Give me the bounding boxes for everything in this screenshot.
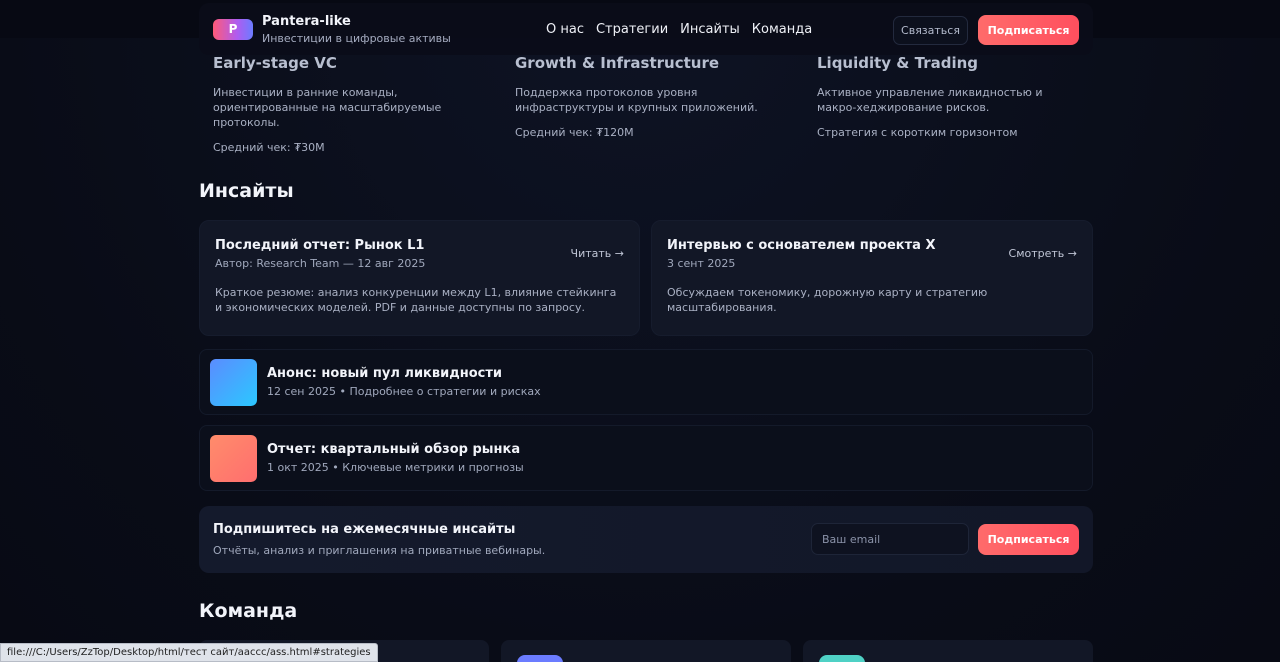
- subscribe-panel: Подпишитесь на ежемесячные инсайты Отчёт…: [199, 506, 1093, 573]
- strategy-desc: Активное управление ликвидностью и макро…: [817, 86, 1043, 114]
- nav-insights[interactable]: Инсайты: [680, 22, 740, 37]
- list-item-meta: 1 окт 2025 • Ключевые метрики и прогнозы: [267, 461, 524, 474]
- avatar: [819, 655, 865, 662]
- insight-meta: Автор: Research Team — 12 авг 2025: [215, 257, 426, 270]
- brand[interactable]: Pantera-like Инвестиции в цифровые актив…: [262, 14, 451, 45]
- strategy-desc: Поддержка протоколов уровня инфраструкту…: [515, 86, 758, 114]
- logo-icon[interactable]: P: [213, 18, 253, 40]
- team-card[interactable]: [803, 640, 1093, 662]
- strategy-desc: Инвестиции в ранние команды, ориентирова…: [213, 86, 442, 129]
- insight-desc: Обсуждаем токеномику, дорожную карту и с…: [667, 286, 988, 314]
- brand-tagline: Инвестиции в цифровые активы: [262, 31, 451, 45]
- team-card[interactable]: [501, 640, 791, 662]
- strategy-meta: Стратегия с коротким горизонтом: [817, 126, 1018, 139]
- team-heading: Команда: [199, 600, 298, 622]
- strategy-title: Early-stage VC: [213, 54, 337, 72]
- nav-team[interactable]: Команда: [752, 22, 812, 37]
- subscribe-button[interactable]: Подписаться: [978, 524, 1079, 555]
- list-item-meta: 12 сен 2025 • Подробнее о стратегии и ри…: [267, 385, 541, 398]
- read-link[interactable]: Читать →: [571, 247, 624, 260]
- brand-name: Pantera-like: [262, 13, 351, 29]
- browser-status-bar: file:///C:/Users/ZzTop/Desktop/html/тест…: [0, 643, 378, 662]
- strategy-title: Liquidity & Trading: [817, 54, 979, 72]
- list-item-title: Отчет: квартальный обзор рынка: [267, 442, 521, 457]
- list-item[interactable]: Анонс: новый пул ликвидности 12 сен 2025…: [199, 349, 1093, 415]
- thumbnail: [210, 358, 257, 406]
- nav-strategies[interactable]: Стратегии: [596, 22, 668, 37]
- email-input[interactable]: [811, 523, 969, 555]
- status-url: file:///C:/Users/ZzTop/Desktop/html/тест…: [7, 647, 371, 658]
- thumbnail: [210, 434, 257, 482]
- insights-heading: Инсайты: [199, 180, 294, 202]
- list-item-title: Анонс: новый пул ликвидности: [267, 366, 502, 381]
- strategy-card: Liquidity & Trading Активное управление …: [803, 48, 1093, 151]
- strategy-meta: Средний чек: ₮30M: [213, 141, 325, 154]
- nav-about[interactable]: О нас: [546, 22, 584, 37]
- strategy-card: Early-stage VC Инвестиции в ранние коман…: [199, 48, 489, 154]
- site-header: P Pantera-like Инвестиции в цифровые акт…: [199, 3, 1093, 55]
- strategy-card: Growth & Infrastructure Поддержка проток…: [501, 48, 791, 151]
- insight-card[interactable]: Интервью с основателем проекта X 3 сент …: [651, 220, 1093, 336]
- avatar: [517, 655, 563, 662]
- insight-card[interactable]: Последний отчет: Рынок L1 Автор: Researc…: [199, 220, 640, 336]
- list-item[interactable]: Отчет: квартальный обзор рынка 1 окт 202…: [199, 425, 1093, 491]
- strategy-meta: Средний чек: ₮120M: [515, 126, 634, 139]
- contact-button[interactable]: Связаться: [893, 16, 968, 45]
- main-nav: О нас Стратегии Инсайты Команда: [546, 22, 812, 37]
- insight-title: Последний отчет: Рынок L1: [215, 238, 425, 253]
- strategy-title: Growth & Infrastructure: [515, 54, 720, 72]
- watch-link[interactable]: Смотреть →: [1009, 247, 1077, 260]
- header-subscribe-button[interactable]: Подписаться: [978, 15, 1079, 45]
- insight-desc: Краткое резюме: анализ конкуренции между…: [215, 286, 617, 314]
